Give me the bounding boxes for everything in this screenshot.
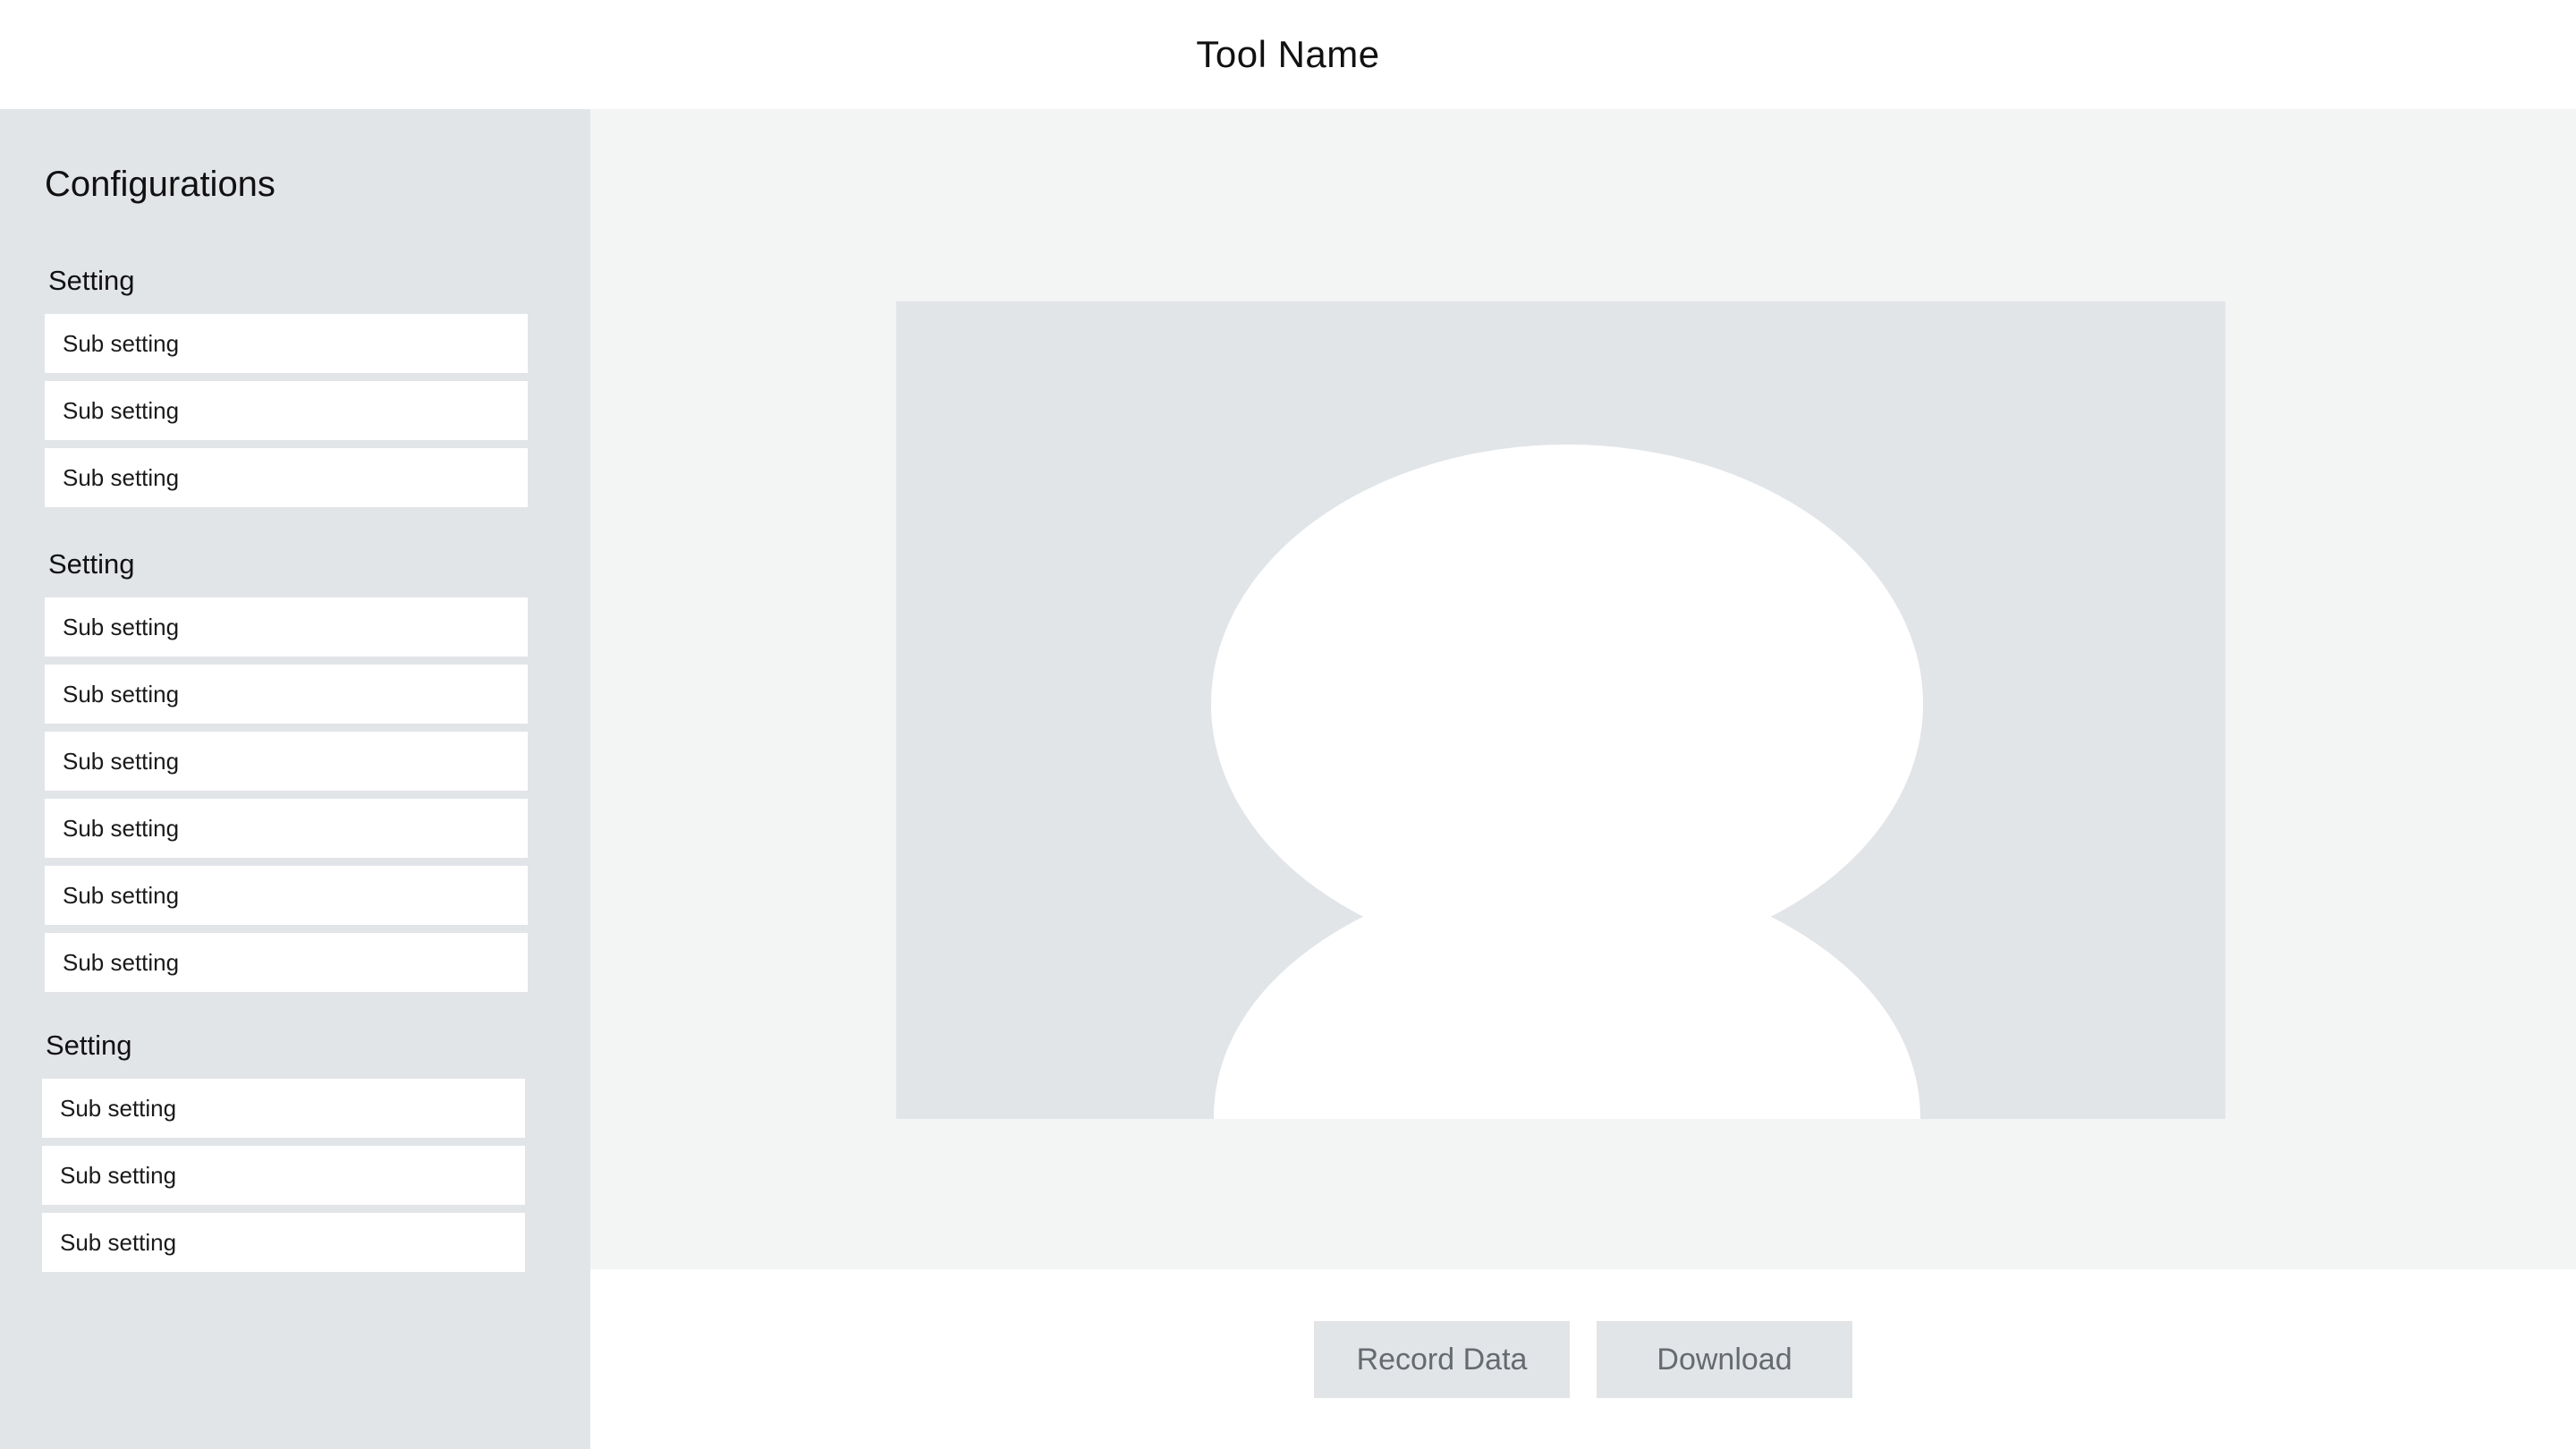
sidebar: Configurations Setting Sub setting Sub s…: [0, 109, 590, 1449]
sub-setting-item[interactable]: Sub setting: [42, 1146, 525, 1205]
sidebar-heading: Configurations: [45, 165, 275, 204]
main-content: [590, 109, 2576, 1269]
header: Tool Name: [0, 0, 2576, 109]
page-title: Tool Name: [1196, 33, 1380, 75]
user-avatar-placeholder-icon: [1211, 445, 1923, 1119]
app-window: Tool Name Configurations Setting Sub set…: [0, 0, 2576, 1449]
settings-group-label[interactable]: Setting: [46, 1031, 132, 1059]
record-data-button[interactable]: Record Data: [1314, 1321, 1570, 1398]
sub-setting-item[interactable]: Sub setting: [45, 799, 528, 858]
download-button[interactable]: Download: [1597, 1321, 1852, 1398]
sub-setting-item[interactable]: Sub setting: [45, 314, 528, 373]
sub-setting-item[interactable]: Sub setting: [45, 866, 528, 925]
sub-setting-item[interactable]: Sub setting: [45, 732, 528, 791]
settings-group-label[interactable]: Setting: [48, 267, 135, 294]
action-bar: Record Data Download: [590, 1269, 2576, 1449]
sub-setting-item[interactable]: Sub setting: [45, 597, 528, 657]
settings-group-label[interactable]: Setting: [48, 550, 135, 578]
sub-setting-item[interactable]: Sub setting: [45, 448, 528, 507]
sub-setting-item[interactable]: Sub setting: [42, 1213, 525, 1272]
sub-setting-item[interactable]: Sub setting: [42, 1079, 525, 1138]
sub-setting-item[interactable]: Sub setting: [45, 381, 528, 440]
video-preview: [896, 301, 2225, 1119]
sub-setting-item[interactable]: Sub setting: [45, 665, 528, 724]
sub-setting-item[interactable]: Sub setting: [45, 933, 528, 992]
